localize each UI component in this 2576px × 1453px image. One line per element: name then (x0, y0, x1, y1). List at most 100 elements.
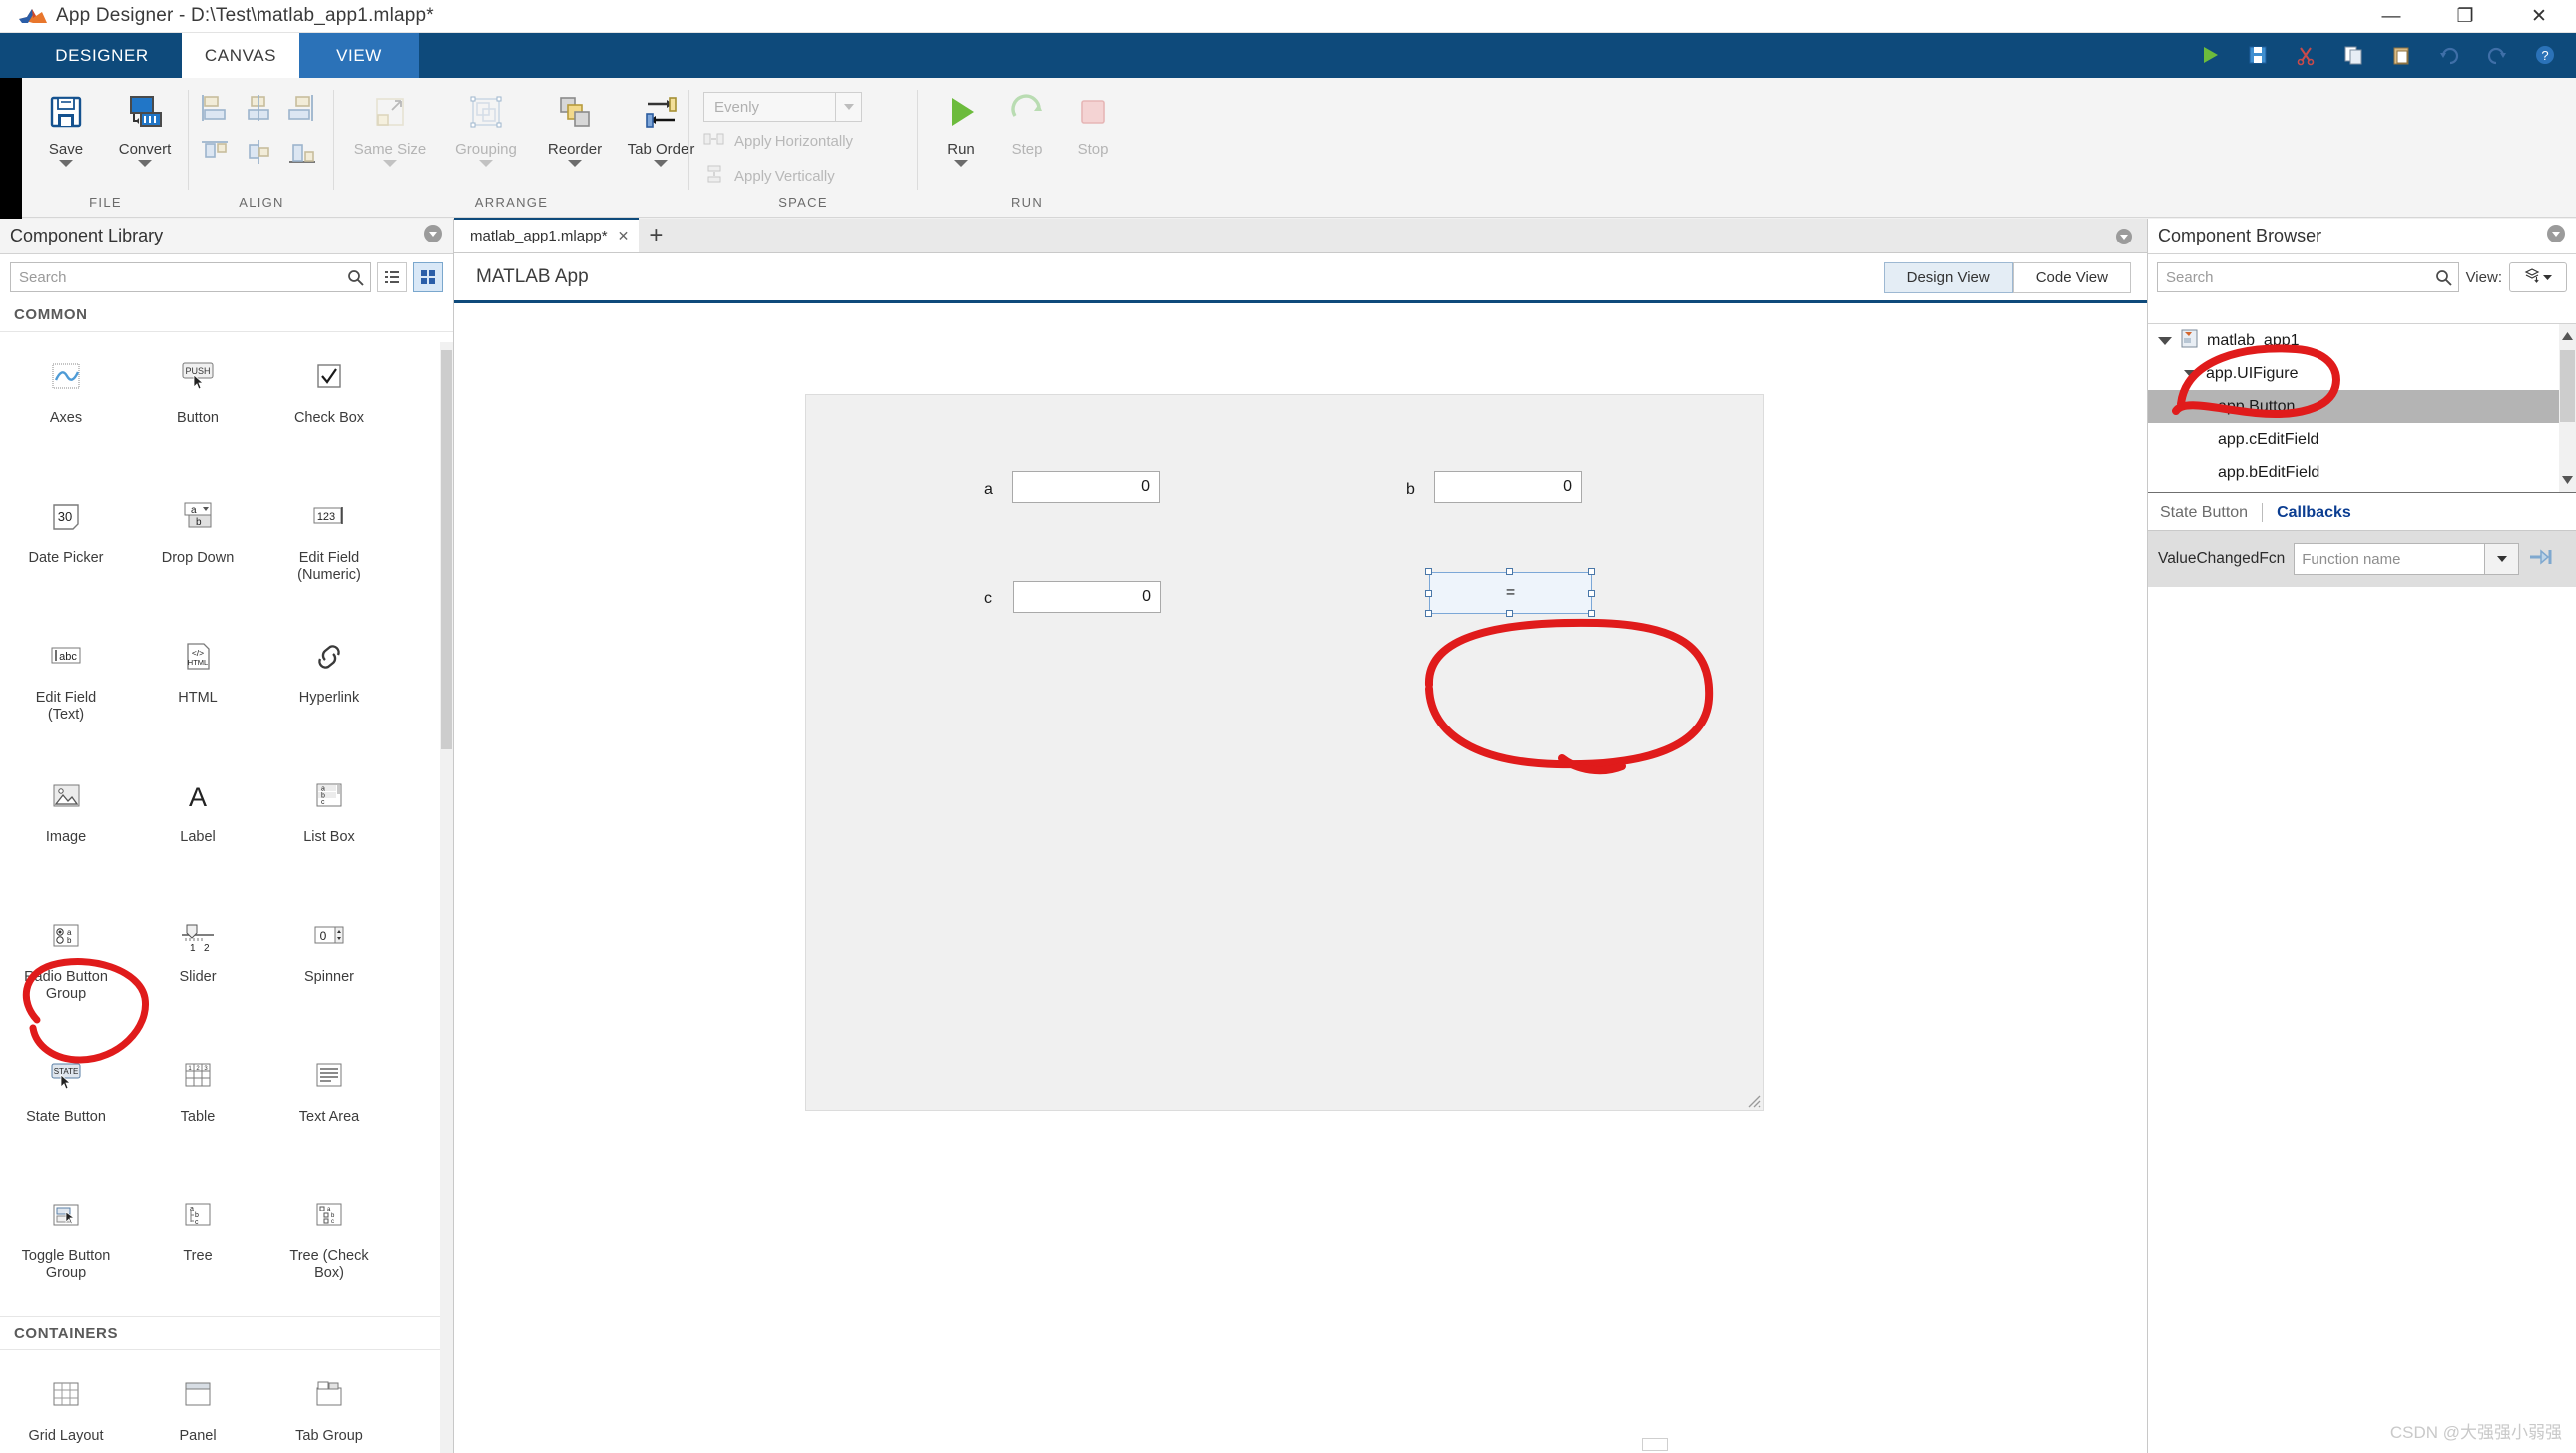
cut-icon[interactable] (2285, 38, 2326, 72)
save-button[interactable]: Save (30, 90, 102, 167)
paste-icon[interactable] (2380, 38, 2422, 72)
list-view-icon[interactable] (377, 262, 407, 292)
library-item-tree[interactable]: abc Tree (132, 1177, 263, 1316)
stop-button[interactable]: Stop (1062, 90, 1124, 158)
scrollbar-thumb[interactable] (441, 350, 452, 749)
spacing-dropdown[interactable]: Evenly (703, 92, 862, 122)
b-edit-field[interactable]: 0 (1434, 471, 1582, 503)
same-size-button[interactable]: Same Size (342, 90, 438, 167)
library-item-image[interactable]: Image (0, 757, 132, 897)
apply-horizontally-button[interactable]: Apply Horizontally (703, 130, 853, 152)
library-item-spinner[interactable]: 0 Spinner (263, 897, 395, 1037)
scrollbar-thumb[interactable] (2560, 350, 2575, 422)
align-bottom-button[interactable] (284, 136, 320, 173)
tree-node-button[interactable]: app.Button (2148, 390, 2576, 423)
design-view-button[interactable]: Design View (1883, 262, 2013, 293)
library-item-drop-down[interactable]: ab Drop Down (132, 478, 263, 618)
scroll-down-icon[interactable] (2559, 468, 2576, 492)
tab-order-dropdown-caret[interactable] (654, 160, 668, 167)
save-quick-icon[interactable] (2237, 38, 2279, 72)
run-green-icon[interactable] (2189, 38, 2231, 72)
library-item-table[interactable]: 123 Table (132, 1037, 263, 1177)
save-dropdown-caret[interactable] (59, 160, 73, 167)
component-tree[interactable]: matlab_app1 app.UIFigure app.Button app.… (2148, 323, 2576, 493)
grouping-dropdown-caret[interactable] (479, 160, 493, 167)
component-library-scrollbar[interactable] (440, 342, 453, 1453)
tree-node-aeditfield[interactable]: app.aEditField (2148, 489, 2576, 492)
library-item-state-button[interactable]: STATE State Button (0, 1037, 132, 1177)
ui-figure[interactable]: a 0 b 0 c 0 = (805, 394, 1764, 1111)
copy-icon[interactable] (2332, 38, 2374, 72)
minimize-button[interactable]: — (2354, 0, 2428, 33)
tree-node-uifigure[interactable]: app.UIFigure (2148, 357, 2576, 390)
undo-icon[interactable] (2428, 38, 2470, 72)
library-item-button[interactable]: PUSH Button (132, 338, 263, 478)
figure-resize-grip[interactable] (1747, 1094, 1761, 1108)
grouping-button[interactable]: Grouping (440, 90, 532, 167)
library-item-toggle-button-group[interactable]: Toggle Button Group (0, 1177, 132, 1316)
library-item-check-box[interactable]: Check Box (263, 338, 395, 478)
library-item-radio-button-group[interactable]: ab Radio Button Group (0, 897, 132, 1037)
view-mode-dropdown[interactable] (2509, 262, 2567, 292)
help-icon[interactable]: ? (2524, 38, 2566, 72)
tree-node-matlab-app1[interactable]: matlab_app1 (2148, 324, 2576, 357)
go-to-callback-icon[interactable] (2528, 545, 2554, 574)
resize-handle-sw[interactable] (1425, 610, 1432, 617)
add-tab-button[interactable]: + (639, 218, 673, 252)
a-edit-field[interactable]: 0 (1012, 471, 1160, 503)
editor-collapse-icon[interactable] (2115, 228, 2133, 250)
align-center-button[interactable] (241, 92, 276, 129)
tab-state-button[interactable]: State Button (2160, 504, 2248, 522)
code-view-button[interactable]: Code View (2012, 262, 2131, 293)
run-button[interactable]: Run (930, 90, 992, 167)
library-item-slider[interactable]: 12 Slider (132, 897, 263, 1037)
tab-view[interactable]: VIEW (299, 33, 419, 78)
tree-node-ceditfield[interactable]: app.cEditField (2148, 423, 2576, 456)
chevron-down-icon[interactable] (2184, 369, 2198, 378)
search-input[interactable]: Search (10, 262, 371, 292)
file-tab-matlab-app1[interactable]: matlab_app1.mlapp* ✕ (454, 218, 640, 252)
library-item-edit-field-text[interactable]: abc Edit Field (Text) (0, 618, 132, 757)
library-item-html[interactable]: </> HTML HTML (132, 618, 263, 757)
convert-dropdown-caret[interactable] (138, 160, 152, 167)
resize-handle-ne[interactable] (1588, 568, 1595, 575)
grid-view-icon[interactable] (413, 262, 443, 292)
align-top-button[interactable] (197, 136, 233, 173)
library-item-grid-layout[interactable]: Grid Layout (0, 1356, 132, 1453)
align-left-button[interactable] (197, 92, 233, 129)
resize-handle-s[interactable] (1506, 610, 1513, 617)
close-button[interactable]: ✕ (2502, 0, 2576, 33)
c-edit-field[interactable]: 0 (1013, 581, 1161, 613)
align-right-button[interactable] (284, 92, 320, 129)
tree-node-beditfield[interactable]: app.bEditField (2148, 456, 2576, 489)
design-canvas[interactable]: a 0 b 0 c 0 = (454, 306, 2147, 1453)
resize-handle-se[interactable] (1588, 610, 1595, 617)
chevron-down-icon[interactable] (835, 93, 861, 121)
close-icon[interactable]: ✕ (618, 228, 630, 244)
state-button[interactable]: = (1429, 572, 1592, 614)
convert-button[interactable]: Convert (106, 90, 184, 167)
library-item-tab-group[interactable]: Tab Group (263, 1356, 395, 1453)
collapse-icon[interactable] (2546, 224, 2566, 248)
tab-canvas[interactable]: CANVAS (182, 33, 299, 78)
library-item-text-area[interactable]: Text Area (263, 1037, 395, 1177)
library-item-label[interactable]: A Label (132, 757, 263, 897)
resize-handle-w[interactable] (1425, 590, 1432, 597)
scroll-up-icon[interactable] (2559, 324, 2576, 348)
chevron-down-icon[interactable] (2158, 336, 2172, 345)
library-item-hyperlink[interactable]: Hyperlink (263, 618, 395, 757)
callback-function-input[interactable]: Function name (2294, 543, 2486, 575)
same-size-dropdown-caret[interactable] (383, 160, 397, 167)
library-item-edit-field-numeric[interactable]: 123 Edit Field (Numeric) (263, 478, 395, 618)
callback-dropdown-button[interactable] (2485, 543, 2520, 575)
tab-callbacks[interactable]: Callbacks (2277, 504, 2351, 522)
browser-search-input[interactable]: Search (2157, 262, 2459, 292)
run-dropdown-caret[interactable] (954, 160, 968, 167)
collapse-icon[interactable] (423, 224, 443, 248)
tab-designer[interactable]: DESIGNER (22, 33, 182, 78)
tree-scrollbar[interactable] (2559, 324, 2576, 492)
library-item-date-picker[interactable]: 30 Date Picker (0, 478, 132, 618)
library-item-tree-check-box[interactable]: abc Tree (Check Box) (263, 1177, 395, 1316)
library-item-axes[interactable]: Axes (0, 338, 132, 478)
resize-handle-e[interactable] (1588, 590, 1595, 597)
